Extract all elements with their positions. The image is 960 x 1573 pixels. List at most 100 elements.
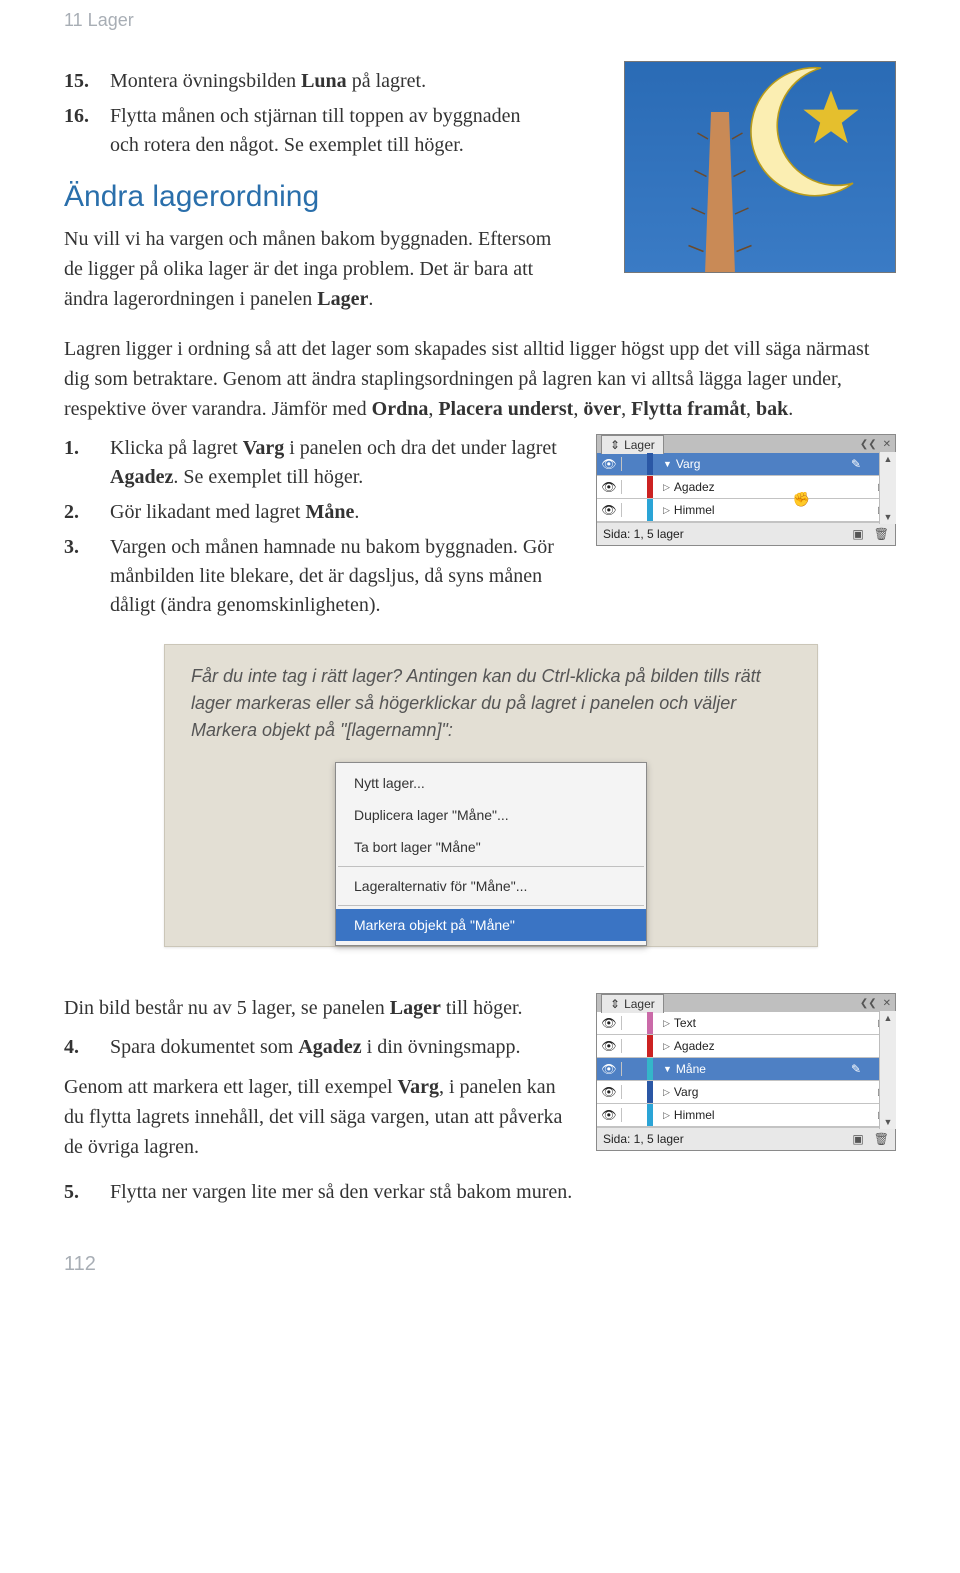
trash-icon[interactable]: 🗑 xyxy=(874,1132,889,1146)
layer-name-label: Text xyxy=(674,1016,843,1030)
layer-name-label: Agadez xyxy=(674,1039,843,1053)
step-text: Montera övningsbilden Luna på lagret. xyxy=(110,67,604,96)
context-menu-item[interactable]: Duplicera lager "Måne"... xyxy=(336,799,646,831)
updown-icon: ⇕ xyxy=(610,438,620,452)
panel-tab[interactable]: ⇕Lager xyxy=(601,994,664,1013)
cursor-hand-icon: ✊ xyxy=(793,492,810,509)
context-menu[interactable]: Nytt lager...Duplicera lager "Måne"...Ta… xyxy=(335,762,647,946)
scroll-down-icon[interactable]: ▼ xyxy=(880,1115,896,1129)
disclosure-icon[interactable]: ▷ xyxy=(663,482,670,493)
step-text: Flytta månen och stjärnan till toppen av… xyxy=(110,102,540,160)
disclosure-icon[interactable]: ▷ xyxy=(663,1018,670,1029)
visibility-icon[interactable]: 👁 xyxy=(597,1062,622,1076)
layer-color-swatch xyxy=(647,453,653,475)
after-paragraph-1: Din bild består nu av 5 lager, se panele… xyxy=(64,993,584,1023)
menu-separator xyxy=(338,866,644,867)
step-list-last: 5. Flytta ner vargen lite mer så den ver… xyxy=(64,1178,896,1207)
layer-name-label: Himmel xyxy=(674,1108,843,1122)
tip-box: Får du inte tag i rätt lager? Antingen k… xyxy=(164,644,818,947)
scroll-up-icon[interactable]: ▲ xyxy=(880,1011,896,1025)
step-number: 2. xyxy=(64,498,110,527)
layer-row[interactable]: 👁▷Agadez□ xyxy=(597,476,895,499)
layer-row[interactable]: 👁▷Agadez■ xyxy=(597,1035,895,1058)
layer-color-swatch xyxy=(647,1081,653,1103)
visibility-icon[interactable]: 👁 xyxy=(597,480,622,494)
disclosure-icon[interactable]: ▼ xyxy=(663,1064,672,1074)
disclosure-icon[interactable]: ▷ xyxy=(663,1110,670,1121)
star-icon xyxy=(801,88,861,148)
layer-color-swatch xyxy=(647,476,653,498)
new-layer-icon[interactable]: ▣ xyxy=(852,527,863,541)
panel-status: Sida: 1, 5 lager ▣ 🗑 xyxy=(597,1127,895,1150)
scroll-down-icon[interactable]: ▼ xyxy=(880,510,896,524)
step-number: 15. xyxy=(64,67,110,96)
visibility-icon[interactable]: 👁 xyxy=(597,1039,622,1053)
collapse-icon[interactable]: ❮❮ xyxy=(860,439,877,450)
layer-name-label: Agadez xyxy=(674,480,843,494)
layer-row[interactable]: 👁▼Måne✎■ xyxy=(597,1058,895,1081)
disclosure-icon[interactable]: ▷ xyxy=(663,505,670,516)
context-menu-item[interactable]: Markera objekt på "Måne" xyxy=(336,909,646,941)
disclosure-icon[interactable]: ▷ xyxy=(663,1041,670,1052)
disclosure-icon[interactable]: ▷ xyxy=(663,1087,670,1098)
intro-paragraph-1: Nu vill vi ha vargen och månen bakom byg… xyxy=(64,224,574,314)
panel-tab[interactable]: ⇕Lager xyxy=(601,435,664,454)
layer-color-swatch xyxy=(647,1104,653,1126)
updown-icon: ⇕ xyxy=(610,997,620,1011)
layers-panel-3[interactable]: ⇕Lager ❮❮✕ 👁▼Varg✎■👁▷Agadez□👁▷Himmel□ Si… xyxy=(596,434,896,546)
context-menu-item[interactable]: Lageralternativ för "Måne"... xyxy=(336,870,646,902)
after-paragraph-2: Genom att markera ett lager, till exempe… xyxy=(64,1072,584,1162)
step-number: 4. xyxy=(64,1033,110,1062)
intro-paragraph-2: Lagren ligger i ordning så att det lager… xyxy=(64,334,896,424)
visibility-icon[interactable]: 👁 xyxy=(597,1016,622,1030)
step-number: 16. xyxy=(64,102,110,131)
visibility-icon[interactable]: 👁 xyxy=(597,503,622,517)
visibility-icon[interactable]: 👁 xyxy=(597,457,622,471)
layers-panel-5[interactable]: ⇕Lager ❮❮✕ 👁▷Text□👁▷Agadez■👁▼Måne✎■👁▷Var… xyxy=(596,993,896,1151)
panel-scrollbar[interactable]: ▲ ▼ xyxy=(879,1011,896,1129)
layer-color-swatch xyxy=(647,1012,653,1034)
new-layer-icon[interactable]: ▣ xyxy=(852,1132,863,1146)
layer-name-label: Varg xyxy=(676,457,843,471)
panel-scrollbar[interactable]: ▲ ▼ xyxy=(879,452,896,524)
tip-text: Får du inte tag i rätt lager? Antingen k… xyxy=(191,663,791,744)
layer-row[interactable]: 👁▷Himmel□ xyxy=(597,1104,895,1127)
layer-color-swatch xyxy=(647,1058,653,1080)
trash-icon[interactable]: 🗑 xyxy=(874,527,889,541)
panel-titlebar[interactable]: ⇕Lager ❮❮ ✕ xyxy=(597,435,895,453)
page-header: 11 Lager xyxy=(64,0,896,61)
page-number: 112 xyxy=(64,1213,896,1276)
menu-separator xyxy=(338,905,644,906)
step-text: Spara dokumentet som Agadez i din övning… xyxy=(110,1033,576,1062)
step-text: Gör likadant med lagret Måne. xyxy=(110,498,576,527)
layer-pen-icon: ✎ xyxy=(843,1062,869,1076)
layer-name-label: Måne xyxy=(676,1062,843,1076)
step-text: Flytta ner vargen lite mer så den verkar… xyxy=(110,1178,896,1207)
layer-row[interactable]: 👁▷Text□ xyxy=(597,1012,895,1035)
visibility-icon[interactable]: 👁 xyxy=(597,1085,622,1099)
layer-color-swatch xyxy=(647,499,653,521)
layer-row[interactable]: 👁▼Varg✎■ xyxy=(597,453,895,476)
layer-row[interactable]: 👁▷Himmel□ xyxy=(597,499,895,522)
context-menu-item[interactable]: Nytt lager... xyxy=(336,767,646,799)
context-menu-item[interactable]: Ta bort lager "Måne" xyxy=(336,831,646,863)
disclosure-icon[interactable]: ▼ xyxy=(663,459,672,469)
scroll-up-icon[interactable]: ▲ xyxy=(880,452,896,466)
step-text: Klicka på lagret Varg i panelen och dra … xyxy=(110,434,576,492)
close-icon[interactable]: ✕ xyxy=(883,439,891,450)
example-image xyxy=(624,61,896,273)
panel-status: Sida: 1, 5 lager ▣ 🗑 xyxy=(597,522,895,545)
panel-titlebar[interactable]: ⇕Lager ❮❮ ✕ xyxy=(597,994,895,1012)
visibility-icon[interactable]: 👁 xyxy=(597,1108,622,1122)
step-text: Vargen och månen hamnade nu bakom byggna… xyxy=(110,533,576,620)
layer-row[interactable]: 👁▷Varg□ xyxy=(597,1081,895,1104)
layer-name-label: Varg xyxy=(674,1085,843,1099)
close-icon[interactable]: ✕ xyxy=(883,998,891,1009)
tower-icon xyxy=(665,94,775,273)
step-number: 3. xyxy=(64,533,110,562)
layer-name-label: Himmel xyxy=(674,503,843,517)
collapse-icon[interactable]: ❮❮ xyxy=(860,998,877,1009)
layer-pen-icon: ✎ xyxy=(843,457,869,471)
step-number: 5. xyxy=(64,1178,110,1207)
layer-color-swatch xyxy=(647,1035,653,1057)
